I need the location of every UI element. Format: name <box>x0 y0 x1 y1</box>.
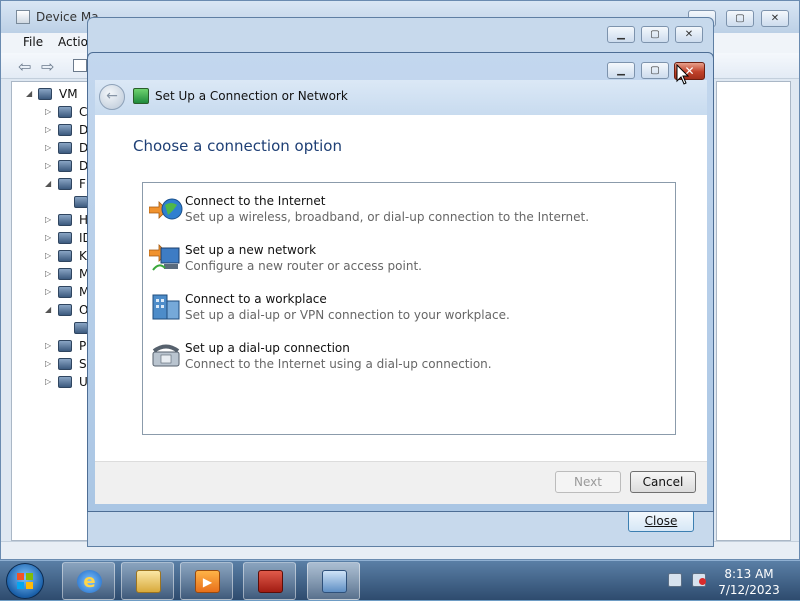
media-player-icon: ▶ <box>195 570 220 593</box>
device-icon <box>58 214 72 226</box>
option-description: Set up a dial-up or VPN connection to yo… <box>185 308 510 322</box>
option-title: Set up a new network <box>185 243 317 257</box>
dialog-minimize-button[interactable]: ▁ <box>607 62 635 79</box>
tree-item[interactable]: ▷ U <box>12 374 87 391</box>
tree-item[interactable]: ▷ H <box>12 212 87 229</box>
taskbar-file-explorer[interactable] <box>121 562 174 600</box>
device-icon <box>74 196 87 208</box>
option-workplace[interactable]: Connect to a workplace Set up a dial-up … <box>147 289 671 335</box>
tree-root[interactable]: ◢ VM <box>12 86 87 103</box>
back-arrow-icon[interactable]: ⇦ <box>18 57 31 76</box>
tree-item[interactable]: ▷M <box>12 266 87 283</box>
taskbar: e ▶ 8:13 AM 7/12/2023 <box>0 560 800 600</box>
device-icon <box>58 232 72 244</box>
option-dial-up[interactable]: Set up a dial-up connection Connect to t… <box>147 338 671 384</box>
option-new-network[interactable]: Set up a new network Configure a new rou… <box>147 240 671 286</box>
telephone-icon <box>152 344 180 367</box>
option-title: Set up a dial-up connection <box>185 341 350 355</box>
menu-file[interactable]: File <box>23 35 43 49</box>
page-heading: Choose a connection option <box>133 137 342 155</box>
device-manager-icon <box>16 10 30 24</box>
device-icon <box>58 268 72 280</box>
tree-item[interactable]: ▷ P <box>12 338 87 355</box>
mid-close-button[interactable]: ✕ <box>675 26 703 43</box>
dialog-title: Set Up a Connection or Network <box>155 89 348 103</box>
tree-item[interactable] <box>12 194 87 211</box>
taskbar-toolbox[interactable] <box>243 562 296 600</box>
taskbar-internet-explorer[interactable]: e <box>62 562 115 600</box>
close-button[interactable]: Close <box>628 510 694 532</box>
tree-item[interactable]: ◢Fl <box>12 176 87 193</box>
internet-explorer-icon: e <box>77 570 102 593</box>
next-button[interactable]: Next <box>555 471 621 493</box>
system-clock[interactable]: 8:13 AM 7/12/2023 <box>718 566 780 598</box>
windows-logo-icon <box>17 573 33 589</box>
device-icon <box>58 286 72 298</box>
mouse-cursor-icon <box>676 64 690 85</box>
dialog-body: Choose a connection option Connect to th… <box>95 115 707 461</box>
tree-item[interactable]: ▷ K <box>12 248 87 265</box>
device-icon <box>58 250 72 262</box>
dm-close-button[interactable]: ✕ <box>761 10 789 27</box>
menu-action[interactable]: Actio <box>58 35 88 49</box>
globe-icon <box>149 198 183 220</box>
dialog-header: ← Set Up a Connection or Network <box>95 80 707 115</box>
clock-date: 7/12/2023 <box>718 583 780 597</box>
router-icon <box>149 244 180 271</box>
tree-item[interactable]: ▷Sy <box>12 356 87 373</box>
device-icon <box>58 178 72 190</box>
option-description: Set up a wireless, broadband, or dial-up… <box>185 210 590 224</box>
tree-item[interactable]: ◢ O <box>12 302 87 319</box>
device-tree: ◢ VM ▷C ▷D ▷D ▷D ◢Fl ▷H ▷ID ▷K ▷M ▷M ◢O … <box>11 81 88 541</box>
dm-maximize-button[interactable]: ▢ <box>726 10 754 27</box>
option-connect-internet[interactable]: Connect to the Internet Set up a wireles… <box>147 191 671 237</box>
file-explorer-icon <box>136 570 161 593</box>
device-icon <box>58 106 72 118</box>
device-details-pane <box>716 81 791 541</box>
connection-option-list: Connect to the Internet Set up a wireles… <box>142 182 676 435</box>
device-icon <box>58 340 72 352</box>
device-icon <box>74 322 87 334</box>
network-icon <box>133 88 149 104</box>
device-icon <box>58 160 72 172</box>
device-icon <box>58 124 72 136</box>
option-title: Connect to a workplace <box>185 292 327 306</box>
tree-item[interactable]: ▷ID <box>12 230 87 247</box>
cancel-button[interactable]: Cancel <box>630 471 696 493</box>
option-description: Configure a new router or access point. <box>185 259 422 273</box>
tree-item[interactable]: ▷ D <box>12 122 87 139</box>
tree-item[interactable] <box>12 320 87 337</box>
device-icon <box>58 358 72 370</box>
tree-root-label: VM <box>59 87 78 101</box>
tree-item[interactable]: ▷ C <box>12 104 87 121</box>
properties-icon[interactable] <box>73 59 87 72</box>
clock-time: 8:13 AM <box>724 567 774 581</box>
start-button[interactable] <box>6 563 44 599</box>
tree-item[interactable]: ▷ D <box>12 158 87 175</box>
device-icon <box>58 142 72 154</box>
back-button[interactable]: ← <box>99 84 125 110</box>
dialog-maximize-button[interactable]: ▢ <box>641 62 669 79</box>
tree-item[interactable]: ▷ D <box>12 140 87 157</box>
network-tray-icon[interactable] <box>668 573 682 587</box>
taskbar-control-panel[interactable] <box>307 562 360 600</box>
mid-maximize-button[interactable]: ▢ <box>641 26 669 43</box>
option-description: Connect to the Internet using a dial-up … <box>185 357 492 371</box>
option-title: Connect to the Internet <box>185 194 326 208</box>
device-icon <box>58 376 72 388</box>
collapse-arrow-icon[interactable]: ◢ <box>26 89 32 98</box>
mid-minimize-button[interactable]: ▁ <box>607 26 635 43</box>
setup-connection-dialog: ▁ ▢ ✕ ← Set Up a Connection or Network C… <box>87 52 714 512</box>
tree-item[interactable]: ▷M <box>12 284 87 301</box>
toolbox-icon <box>258 570 283 593</box>
building-icon <box>152 294 180 320</box>
device-icon <box>58 304 72 316</box>
forward-arrow-icon[interactable]: ⇨ <box>41 57 54 76</box>
taskbar-media-player[interactable]: ▶ <box>180 562 233 600</box>
dialog-footer: Next Cancel <box>95 461 707 504</box>
volume-muted-icon[interactable] <box>692 573 706 587</box>
computer-icon <box>38 88 52 100</box>
control-panel-icon <box>322 570 347 593</box>
